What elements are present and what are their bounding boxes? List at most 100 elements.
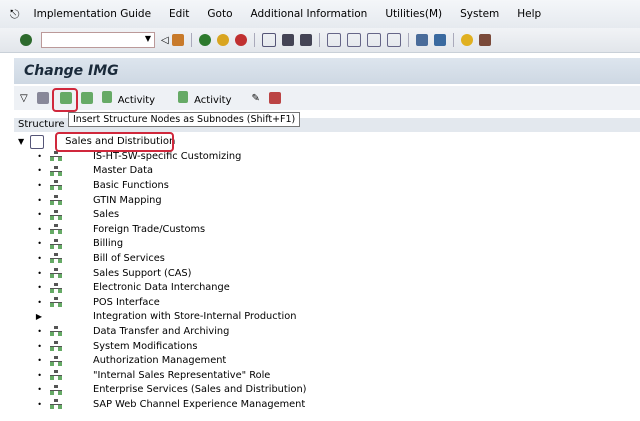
documentation-icon[interactable] xyxy=(36,92,49,104)
activity-label: Activity xyxy=(194,94,232,106)
delete-icon[interactable] xyxy=(268,92,281,104)
previous-page-icon[interactable] xyxy=(346,33,361,47)
next-page-icon[interactable] xyxy=(366,33,381,47)
edit-pencil-icon[interactable]: ✎ xyxy=(252,93,260,104)
tree-item-label: SAP Web Channel Experience Management xyxy=(93,398,306,410)
insert-node-icon[interactable] xyxy=(80,92,93,104)
enter-icon[interactable] xyxy=(20,34,32,46)
exit-icon[interactable] xyxy=(216,34,229,46)
tree-item-label: Integration with Store-Internal Producti… xyxy=(93,311,297,323)
menu-edit[interactable]: Edit xyxy=(169,8,189,20)
find-icon[interactable] xyxy=(281,34,294,46)
menu-goto[interactable]: Goto xyxy=(207,8,232,20)
structure-node-icon xyxy=(50,268,62,279)
bullet-icon: • xyxy=(37,385,42,395)
expand-triangle-icon[interactable]: ▶ xyxy=(22,312,42,321)
menu-system[interactable]: System xyxy=(460,8,499,20)
structure-node-icon xyxy=(50,165,62,176)
menu-implementation-guide[interactable]: Implementation Guide xyxy=(34,8,152,20)
tree-item[interactable]: • Sales Support (CAS) xyxy=(14,266,640,281)
tree-item[interactable]: • GTIN Mapping xyxy=(14,193,640,208)
bullet-icon: • xyxy=(37,297,42,307)
bullet-icon: • xyxy=(37,166,42,176)
bullet-icon: • xyxy=(37,268,42,278)
activity-label: Activity xyxy=(117,94,156,106)
expand-subtree-icon[interactable]: ▽ xyxy=(20,93,28,104)
tree-item[interactable]: • Billing xyxy=(14,237,640,252)
layout-menu-icon[interactable] xyxy=(478,34,491,46)
tree-item-label: Master Data xyxy=(93,165,153,177)
tree-item-label: Billing xyxy=(93,238,124,250)
structure-node-icon xyxy=(50,253,62,264)
bullet-icon: • xyxy=(37,210,42,220)
tooltip: Insert Structure Nodes as Subnodes (Shif… xyxy=(68,112,301,127)
tree-item[interactable]: • Foreign Trade/Customs xyxy=(14,222,640,237)
tree-item[interactable]: • Master Data xyxy=(14,164,640,179)
highlight-box xyxy=(55,132,174,152)
structure-node-icon xyxy=(50,282,62,293)
find-next-icon[interactable] xyxy=(299,34,312,46)
structure-node-icon xyxy=(50,180,62,191)
system-toolbar: ▼ ◁ xyxy=(0,28,640,53)
tree-item[interactable]: • "Internal Sales Representative" Role xyxy=(14,368,640,383)
tree-item-label: Basic Functions xyxy=(93,179,169,191)
dropdown-icon[interactable]: ▼ xyxy=(145,34,151,43)
insert-activity-subnode-button[interactable]: Activity xyxy=(99,90,161,106)
separator xyxy=(452,33,454,47)
tree-item-label: Foreign Trade/Customs xyxy=(93,223,206,235)
bullet-icon: • xyxy=(37,180,42,190)
separator xyxy=(190,33,192,47)
separator xyxy=(407,33,409,47)
structure-node-icon xyxy=(50,209,62,220)
separator xyxy=(253,33,255,47)
tree-item[interactable]: • Enterprise Services (Sales and Distribu… xyxy=(14,383,640,398)
page-title: Change IMG xyxy=(14,58,640,84)
expand-triangle-icon[interactable]: ▼ xyxy=(18,137,24,146)
back-icon[interactable] xyxy=(198,34,211,46)
document-icon xyxy=(30,134,45,149)
collapse-icon[interactable]: ◁ xyxy=(161,35,169,46)
tree-item[interactable]: • POS Interface xyxy=(14,295,640,310)
cancel-icon[interactable] xyxy=(234,34,247,46)
img-tree: ▼ Sales and Distribution • IS-HT-SW-speci… xyxy=(14,134,640,412)
last-page-icon[interactable] xyxy=(386,33,401,47)
structure-node-icon xyxy=(50,224,62,235)
tree-item-label: Bill of Services xyxy=(93,252,165,264)
print-icon[interactable] xyxy=(261,33,276,47)
structure-node-icon xyxy=(50,370,62,381)
tree-item[interactable]: • Sales xyxy=(14,207,640,222)
structure-node-icon xyxy=(50,195,62,206)
structure-node-icon xyxy=(50,238,62,249)
structure-node-icon xyxy=(50,341,62,352)
tree-item[interactable]: • Data Transfer and Archiving xyxy=(14,324,640,339)
bullet-icon: • xyxy=(37,224,42,234)
structure-node-icon xyxy=(50,326,62,337)
insert-activity-button[interactable]: Activity xyxy=(175,90,237,106)
new-session-icon[interactable] xyxy=(415,34,428,46)
tree-item-label: System Modifications xyxy=(93,340,198,352)
tree-item[interactable]: • Authorization Management xyxy=(14,353,640,368)
bullet-icon: • xyxy=(37,195,42,205)
tree-item[interactable]: • Bill of Services xyxy=(14,251,640,266)
bullet-icon: • xyxy=(37,253,42,263)
tree-item[interactable]: • Basic Functions xyxy=(14,178,640,193)
tree-item-label: "Internal Sales Representative" Role xyxy=(93,369,271,381)
menu-additional-information[interactable]: Additional Information xyxy=(251,8,368,20)
menu-utilities[interactable]: Utilities(M) xyxy=(385,8,442,20)
menu-help[interactable]: Help xyxy=(517,8,541,20)
command-field[interactable]: ▼ xyxy=(41,32,155,48)
save-icon[interactable] xyxy=(171,34,184,46)
shortcut-icon[interactable] xyxy=(433,34,446,46)
first-page-icon[interactable] xyxy=(326,33,341,47)
tree-item-label: Sales Support (CAS) xyxy=(93,267,192,279)
help-icon[interactable] xyxy=(460,34,473,46)
tree-item[interactable]: • SAP Web Channel Experience Management xyxy=(14,397,640,412)
tree-item-label: Sales xyxy=(93,209,120,221)
structure-icon xyxy=(101,90,112,103)
system-menu-icon[interactable]: ⎋ xyxy=(10,7,20,22)
tree-item[interactable]: • System Modifications xyxy=(14,339,640,354)
tree-item-label: Electronic Data Interchange xyxy=(93,282,230,294)
bullet-icon: • xyxy=(37,239,42,249)
tree-item[interactable]: • Electronic Data Interchange xyxy=(14,280,640,295)
tree-item[interactable]: ▶ Integration with Store-Internal Product… xyxy=(14,310,640,325)
